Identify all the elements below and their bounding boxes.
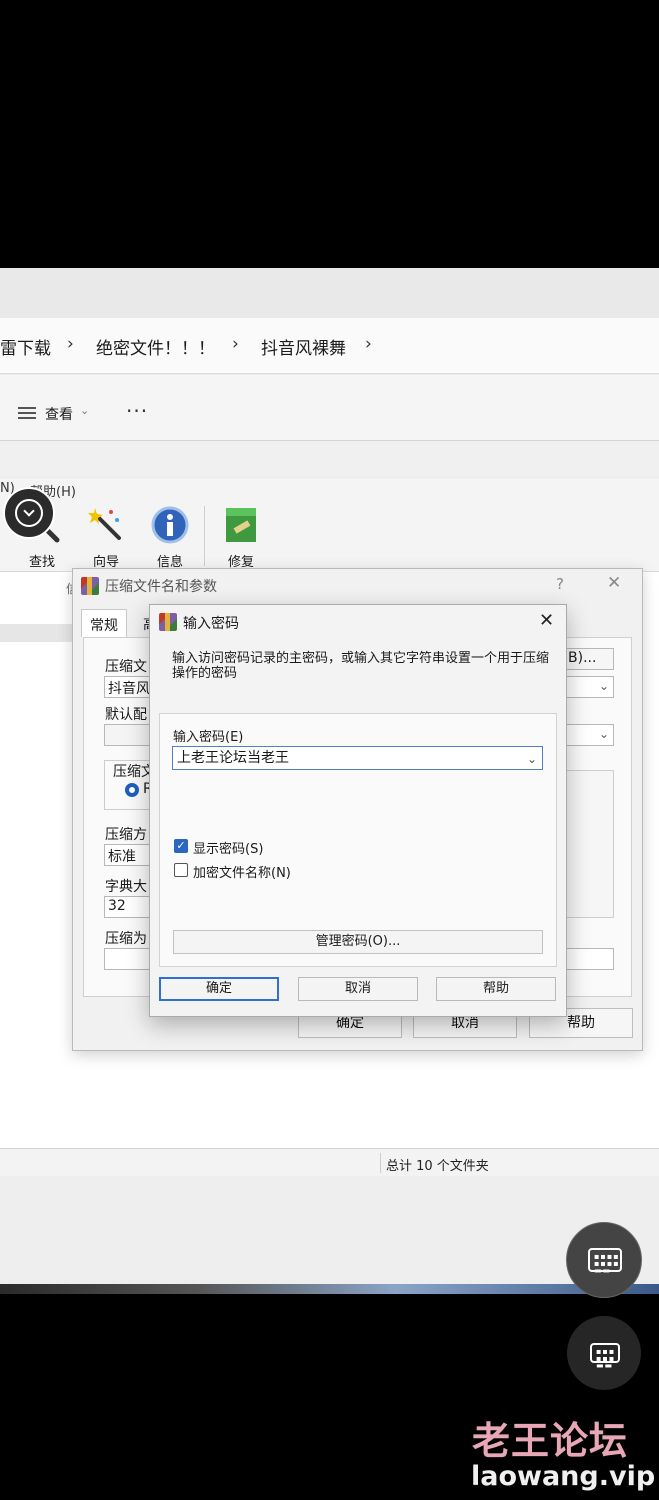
chevron-down-icon: ⌄ — [598, 679, 609, 693]
view-button[interactable]: 查看 — [45, 404, 73, 424]
address-bar[interactable]: 雷下载 › 绝密文件！！！ › 抖音风裸舞 › — [0, 318, 659, 374]
status-bar: 总计 10 个文件夹 — [0, 1148, 659, 1176]
split-volumes-dropdown[interactable] — [564, 948, 614, 970]
password-ok-button[interactable]: 确定 — [159, 977, 279, 1001]
password-dialog: 输入密码 ✕ 输入访问密码记录的主密码，或输入其它字符串设置一个用于压缩操作的密… — [149, 604, 567, 1017]
repair-icon — [226, 508, 256, 542]
winrar-menu-bar: N) 帮助(H) — [0, 478, 659, 500]
default-profile-label: 默认配 — [105, 707, 147, 723]
manage-passwords-button[interactable]: 管理密码(O)... — [173, 930, 543, 954]
watermark-en: laowang.vip — [471, 1461, 656, 1492]
explorer-toolbar: 查看 ⌄ ··· — [0, 375, 659, 441]
list-row-selected[interactable] — [0, 624, 72, 642]
password-value: 上老王论坛当老王 — [177, 750, 289, 766]
browse-button[interactable]: B)... — [564, 648, 614, 670]
winrar-toolbar: 查找 向导 信息 修复 — [0, 500, 659, 572]
encrypt-filenames-checkbox[interactable] — [174, 863, 188, 877]
archive-name-dropdown[interactable]: ⌄ — [564, 676, 614, 698]
toolbar-divider — [204, 506, 205, 566]
show-password-checkbox[interactable]: ✓ — [174, 839, 188, 853]
help-icon[interactable]: ? — [556, 575, 564, 593]
password-help-button[interactable]: 帮助 — [436, 977, 556, 1001]
archive-name-label: 压缩文 — [105, 659, 147, 675]
breadcrumb-item-secret[interactable]: 绝密文件！！！ — [96, 334, 215, 359]
keyboard-float-button[interactable]: ▪▪▪▪ ▪▪▪▪ ▬▬ — [566, 1222, 642, 1298]
status-text: 总计 10 个文件夹 — [386, 1159, 489, 1174]
view-list-icon — [18, 407, 36, 419]
method-label: 压缩方 — [105, 827, 147, 843]
close-icon[interactable]: ✕ — [607, 573, 621, 593]
breadcrumb-chevron-icon: › — [67, 334, 74, 354]
wizard-icon — [88, 508, 121, 540]
info-icon — [151, 506, 189, 544]
breadcrumb-chevron-icon: › — [232, 334, 239, 354]
format-radio[interactable] — [125, 783, 139, 797]
dialog-title: 压缩文件名和参数 — [105, 579, 217, 595]
update-mode-dropdown[interactable]: ⌄ — [564, 724, 614, 746]
timer-float-button[interactable] — [3, 487, 55, 539]
find-label: 查找 — [28, 555, 55, 570]
password-label: 输入密码(E) — [173, 730, 244, 745]
breadcrumb-item-downloads[interactable]: 雷下载 — [0, 334, 51, 359]
breadcrumb-chevron-icon: › — [365, 334, 372, 354]
password-dialog-title: 输入密码 — [183, 616, 239, 632]
password-panel: 输入密码(E) 上老王论坛当老王 ⌄ ✓ 显示密码(S) 加密文件名称(N) 管… — [159, 713, 557, 967]
options-group — [564, 770, 614, 918]
close-icon[interactable]: ✕ — [539, 610, 554, 631]
watermark-cn: 老王论坛 — [472, 1419, 629, 1463]
chevron-down-icon: ⌄ — [80, 404, 90, 417]
keyboard-icon: ▪▪▪ ▪▪▪ ▬▬ — [590, 1343, 620, 1370]
repair-button[interactable]: 修复 — [213, 506, 269, 570]
password-cancel-button[interactable]: 取消 — [298, 977, 418, 1001]
tab-general[interactable]: 常规 — [81, 609, 127, 637]
window-top-band — [0, 268, 659, 318]
winrar-app-icon — [159, 613, 177, 631]
wizard-button[interactable]: 向导 — [78, 506, 134, 570]
desktop-area — [0, 1176, 659, 1284]
winrar-app-icon — [81, 577, 99, 595]
more-options-button[interactable]: ··· — [126, 399, 148, 423]
show-password-label: 显示密码(S) — [193, 842, 264, 857]
taskbar-strip — [0, 1284, 659, 1294]
screen-capture: 雷下载 › 绝密文件！！！ › 抖音风裸舞 › 查看 ⌄ ··· N) 帮助(H… — [0, 268, 659, 1294]
info-button[interactable]: 信息 — [142, 506, 198, 570]
toolbar-gap — [0, 441, 659, 477]
password-instructions: 输入访问密码记录的主密码，或输入其它字符串设置一个用于压缩操作的密码 — [172, 651, 550, 681]
breadcrumb-item-folder[interactable]: 抖音风裸舞 — [261, 334, 346, 359]
chevron-down-icon[interactable]: ⌄ — [527, 750, 537, 768]
dict-size-label: 字典大 — [105, 879, 147, 895]
chevron-down-icon: ⌄ — [598, 727, 609, 741]
keyboard-icon: ▪▪▪▪ ▪▪▪▪ ▬▬ — [588, 1248, 622, 1275]
status-divider — [380, 1153, 381, 1173]
keyboard-toggle-button[interactable]: ▪▪▪ ▪▪▪ ▬▬ — [567, 1316, 641, 1390]
split-volumes-label: 压缩为 — [105, 931, 147, 947]
encrypt-filenames-label: 加密文件名称(N) — [193, 866, 291, 881]
password-input[interactable]: 上老王论坛当老王 ⌄ — [172, 746, 543, 770]
